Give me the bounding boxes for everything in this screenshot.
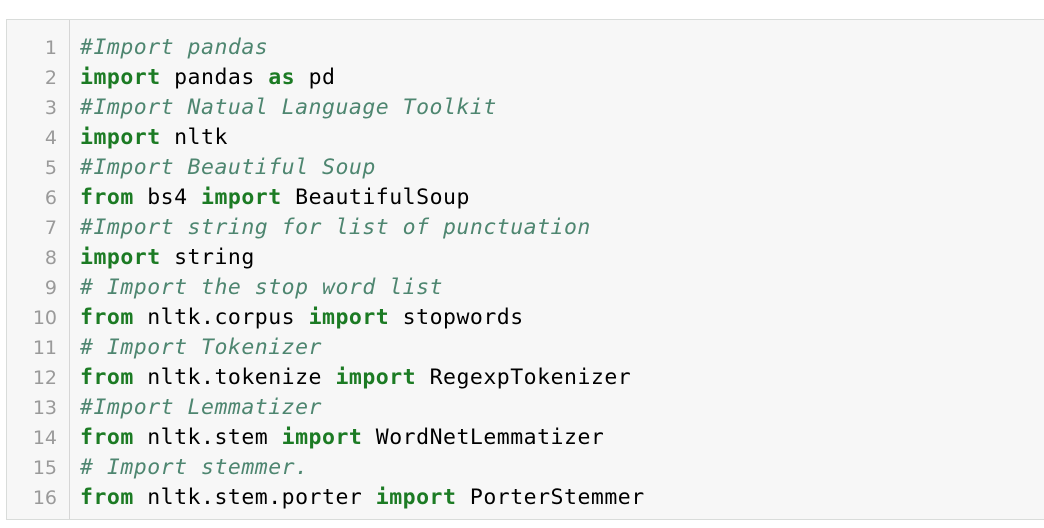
code-text: import pandas as pd	[80, 63, 335, 93]
code-text: from nltk.tokenize import RegexpTokenize…	[80, 363, 631, 393]
keyword-token: import	[80, 245, 161, 270]
line-number: 9	[44, 277, 57, 299]
code-line: 14 from nltk.stem import WordNetLemmatize…	[7, 423, 1044, 453]
keyword-token: import	[80, 125, 161, 150]
code-line: 13 #Import Lemmatizer	[7, 393, 1044, 423]
code-line: 12 from nltk.tokenize import RegexpTokeni…	[7, 363, 1044, 393]
code-line: 6 from bs4 import BeautifulSoup	[7, 183, 1044, 213]
keyword-token: import	[375, 485, 457, 510]
code-line: 5 #Import Beautiful Soup	[7, 153, 1044, 183]
keyword-token: import	[201, 185, 282, 210]
comment-token: # Import stemmer.	[80, 455, 309, 480]
code-token: nltk.stem.porter	[133, 485, 376, 510]
code-line: 7 #Import string for list of punctuation	[7, 213, 1044, 243]
line-number: 8	[44, 247, 57, 269]
code-token: bs4	[133, 185, 202, 210]
code-token: BeautifulSoup	[281, 185, 470, 210]
code-token: nltk	[160, 125, 228, 150]
code-text: #Import string for list of punctuation	[80, 213, 591, 243]
keyword-token: from	[80, 185, 134, 210]
code-text: # Import the stop word list	[80, 273, 443, 303]
code-lines: 1 #Import pandas 2 import pandas as pd 3 #Imp…	[7, 33, 1044, 513]
code-line: 15 # Import stemmer.	[7, 453, 1044, 483]
code-text: #Import Beautiful Soup	[80, 153, 376, 183]
code-text: # Import Tokenizer	[80, 333, 322, 363]
keyword-token: from	[80, 485, 134, 510]
code-text: from nltk.stem.porter import PorterStemm…	[80, 483, 645, 513]
code-text: from nltk.corpus import stopwords	[80, 303, 524, 333]
code-token: WordNetLemmatizer	[362, 425, 605, 450]
comment-token: # Import the stop word list	[80, 275, 443, 300]
code-line: 4 import nltk	[7, 123, 1044, 153]
code-text: #Import Lemmatizer	[80, 393, 322, 423]
comment-token: # Import Tokenizer	[80, 335, 322, 360]
line-number: 2	[44, 67, 57, 89]
code-token: PorterStemmer	[456, 485, 645, 510]
keyword-token: from	[80, 365, 134, 390]
line-number: 6	[44, 187, 57, 209]
code-token: nltk.tokenize	[133, 365, 336, 390]
code-token: nltk.corpus	[133, 305, 309, 330]
line-number: 13	[32, 397, 57, 419]
keyword-token: import	[335, 365, 417, 390]
keyword-token: as	[268, 65, 296, 90]
line-number: 15	[32, 457, 57, 479]
code-text: # Import stemmer.	[80, 453, 309, 483]
line-number: 11	[32, 337, 57, 359]
code-line: 1 #Import pandas	[7, 33, 1044, 63]
line-number: 4	[44, 127, 57, 149]
line-number: 5	[44, 157, 57, 179]
code-token: pandas	[160, 65, 269, 90]
code-line: 3 #Import Natual Language Toolkit	[7, 93, 1044, 123]
code-block: 1 #Import pandas 2 import pandas as pd 3 #Imp…	[6, 19, 1044, 520]
line-number: 3	[44, 97, 57, 119]
code-token: nltk.stem	[133, 425, 282, 450]
code-line: 9 # Import the stop word list	[7, 273, 1044, 303]
keyword-token: from	[80, 425, 134, 450]
comment-token: #Import Natual Language Toolkit	[80, 95, 497, 120]
code-token: RegexpTokenizer	[416, 365, 632, 390]
line-number: 7	[44, 217, 57, 239]
code-line: 10 from nltk.corpus import stopwords	[7, 303, 1044, 333]
keyword-token: import	[80, 65, 161, 90]
code-line: 16 from nltk.stem.porter import PorterSte…	[7, 483, 1044, 513]
line-number: 1	[44, 37, 57, 59]
line-number: 12	[32, 367, 57, 389]
line-number: 10	[32, 307, 57, 329]
code-text: #Import pandas	[80, 33, 268, 63]
keyword-token: import	[308, 305, 390, 330]
code-text: import string	[80, 243, 255, 273]
code-text: from bs4 import BeautifulSoup	[80, 183, 470, 213]
keyword-token: from	[80, 305, 134, 330]
comment-token: #Import Lemmatizer	[80, 395, 322, 420]
line-number: 14	[32, 427, 57, 449]
code-token: string	[160, 245, 255, 270]
line-number: 16	[32, 487, 57, 509]
keyword-token: import	[281, 425, 363, 450]
code-line: 11 # Import Tokenizer	[7, 333, 1044, 363]
code-token: pd	[295, 65, 336, 90]
code-text: from nltk.stem import WordNetLemmatizer	[80, 423, 604, 453]
code-line: 8 import string	[7, 243, 1044, 273]
comment-token: #Import pandas	[80, 35, 269, 60]
code-text: #Import Natual Language Toolkit	[80, 93, 497, 123]
comment-token: #Import string for list of punctuation	[80, 215, 591, 240]
code-text: import nltk	[80, 123, 228, 153]
comment-token: #Import Beautiful Soup	[80, 155, 376, 180]
code-token: stopwords	[389, 305, 524, 330]
code-line: 2 import pandas as pd	[7, 63, 1044, 93]
